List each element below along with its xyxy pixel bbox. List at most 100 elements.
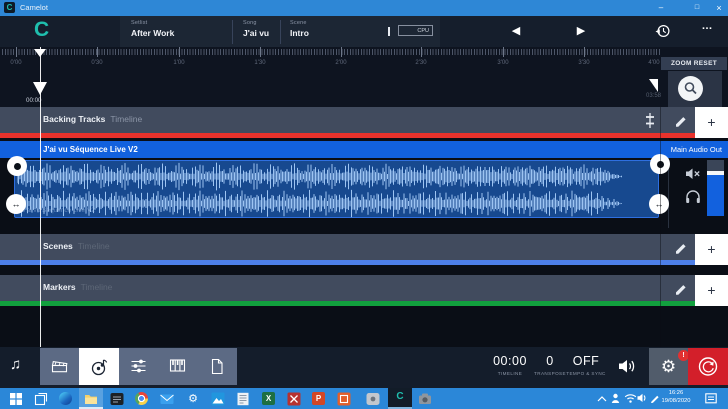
- edit-pencil-icon[interactable]: [674, 281, 688, 295]
- history-icon[interactable]: [655, 23, 671, 39]
- taskview-icon[interactable]: [34, 392, 48, 406]
- panic-button[interactable]: [688, 348, 728, 385]
- more-menu-button[interactable]: …: [697, 18, 717, 38]
- edit-pencil-icon[interactable]: [674, 113, 688, 127]
- backing-tracks-underline: [0, 133, 695, 138]
- setlist-field[interactable]: Setlist After Work: [131, 20, 174, 38]
- gray-app-icon[interactable]: [366, 392, 380, 406]
- close-button[interactable]: ×: [708, 1, 728, 15]
- setlist-label: Setlist: [131, 20, 174, 26]
- headphones-icon[interactable]: [685, 189, 701, 204]
- wifi-icon[interactable]: [624, 393, 637, 403]
- ruler-label: 1'30: [246, 60, 274, 66]
- taskbar-time: 16:26: [656, 390, 696, 398]
- playhead-line[interactable]: [40, 47, 41, 347]
- taskbar-clock[interactable]: 16:26 19/08/2020: [656, 390, 696, 405]
- scenes-underline: [0, 260, 695, 265]
- start-icon[interactable]: [9, 392, 23, 406]
- app-header: C Setlist After Work Song J'ai vu Scene …: [0, 16, 728, 47]
- tab-backing-tracks-view[interactable]: [79, 348, 118, 385]
- add-marker-button[interactable]: +: [695, 275, 728, 306]
- edit-pencil-icon[interactable]: [674, 240, 688, 254]
- major-tick: [341, 47, 342, 57]
- tray-speaker-icon[interactable]: [637, 393, 647, 403]
- red-app-icon[interactable]: [287, 392, 301, 406]
- backing-tracks-subtitle: Timeline: [110, 114, 142, 124]
- tempo-sync-readout[interactable]: OFF TEMPO & SYNC: [560, 354, 612, 376]
- track-bar[interactable]: J'ai vu Séquence Live V2 Main Audio Out: [0, 141, 728, 158]
- add-backing-track-button[interactable]: +: [695, 107, 728, 138]
- markers-subtitle: Timeline: [81, 282, 113, 292]
- bottom-toolbar: ♫: [0, 347, 728, 388]
- powerpoint-icon[interactable]: P: [312, 392, 325, 405]
- tab-keyboard-view[interactable]: [158, 348, 197, 385]
- song-end-marker[interactable]: [649, 79, 658, 92]
- song-field[interactable]: Song J'ai vu: [243, 20, 269, 38]
- camera-app-icon[interactable]: [418, 392, 432, 406]
- tray-chevron-icon[interactable]: [597, 396, 607, 402]
- track-volume-fader[interactable]: [707, 160, 724, 216]
- excel-icon[interactable]: X: [262, 392, 275, 405]
- track-output[interactable]: Main Audio Out: [671, 145, 722, 154]
- zoom-reset-button[interactable]: ZOOM RESET: [661, 57, 727, 70]
- song-label: Song: [243, 20, 269, 26]
- major-tick: [503, 47, 504, 57]
- maximize-button[interactable]: □: [686, 1, 708, 15]
- major-tick: [97, 47, 98, 57]
- fader-icon[interactable]: [643, 112, 657, 129]
- ruler-label: 1'00: [165, 60, 193, 66]
- setlist-value: After Work: [131, 28, 174, 38]
- minimize-button[interactable]: –: [650, 1, 672, 15]
- scenes-title: ScenesTimeline: [43, 241, 110, 251]
- fader-track: [707, 160, 724, 171]
- clip-start-resize-handle[interactable]: ↔: [6, 194, 26, 214]
- waveform: [17, 161, 625, 218]
- clip-start-handle[interactable]: [7, 156, 27, 176]
- tab-scenes-view[interactable]: [40, 348, 79, 385]
- settings-button[interactable]: ⚙ !: [649, 348, 688, 385]
- camelot-logo: C: [34, 18, 49, 42]
- timeline-readout[interactable]: 00:00 TIMELINE: [488, 354, 532, 376]
- chrome-icon[interactable]: [135, 392, 148, 405]
- settings-gear-icon[interactable]: ⚙: [186, 392, 200, 406]
- action-center-icon[interactable]: [705, 393, 717, 404]
- view-switcher: [40, 348, 237, 385]
- scene-field[interactable]: Scene Intro: [290, 20, 309, 38]
- window-title: Camelot: [20, 3, 48, 12]
- camelot-taskbar-icon[interactable]: C: [388, 391, 412, 402]
- scenes-header[interactable]: ScenesTimeline: [0, 234, 695, 260]
- song-value: J'ai vu: [243, 28, 269, 38]
- explorer-icon[interactable]: [84, 392, 98, 406]
- window-titlebar: C Camelot – □ ×: [0, 0, 728, 16]
- scene-label: Scene: [290, 20, 309, 26]
- tray-people-icon[interactable]: [611, 393, 620, 404]
- lane-divider: [660, 107, 661, 347]
- tab-mixer-view[interactable]: [119, 348, 158, 385]
- track-output-panel: [668, 158, 728, 228]
- gear-icon: ⚙: [661, 357, 676, 376]
- photos-icon[interactable]: [211, 392, 225, 406]
- track-name: J'ai vu Séquence Live V2: [43, 145, 138, 154]
- speaker-icon[interactable]: [618, 358, 637, 375]
- sliders-icon: [130, 358, 147, 374]
- audio-app-icon[interactable]: [110, 392, 124, 406]
- play-button[interactable]: ▶: [570, 20, 592, 42]
- timeline-ruler[interactable]: 0'00 0'30 1'00 1'30 2'00 2'30 3'00 3'30 …: [0, 47, 728, 107]
- tempo-value: OFF: [560, 354, 612, 368]
- mail-icon[interactable]: [160, 392, 174, 406]
- cpu-meter: CPU: [398, 25, 433, 36]
- backing-tracks-header[interactable]: Backing TracksTimeline: [0, 107, 695, 133]
- clip-end-resize-handle[interactable]: ↔: [649, 194, 669, 214]
- add-scene-button[interactable]: +: [695, 234, 728, 265]
- orange-app-icon[interactable]: [337, 392, 351, 406]
- previous-button[interactable]: ◀: [505, 20, 527, 42]
- mute-icon[interactable]: [685, 167, 701, 181]
- zoom-knob[interactable]: [678, 76, 703, 101]
- edge-icon[interactable]: [59, 392, 72, 405]
- song-view-icon[interactable]: ♫: [10, 356, 21, 373]
- notepad-icon[interactable]: [236, 392, 250, 406]
- markers-header[interactable]: MarkersTimeline: [0, 275, 695, 301]
- ruler-label: 0'00: [2, 60, 30, 66]
- tab-documents-view[interactable]: [198, 348, 237, 385]
- scenes-subtitle: Timeline: [78, 241, 110, 251]
